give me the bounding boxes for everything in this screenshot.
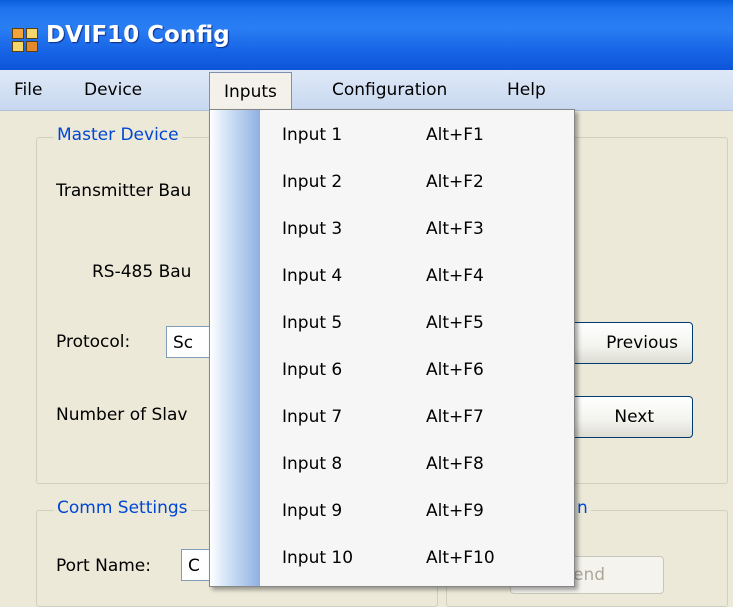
- menu-item-input-3[interactable]: Input 3 Alt+F3: [210, 209, 574, 255]
- menu-item-label: Input 6: [282, 360, 343, 380]
- inputs-dropdown-menu: Input 1 Alt+F1 Input 2 Alt+F2 Input 3 Al…: [209, 109, 575, 587]
- menu-item-label: Input 8: [282, 454, 343, 474]
- menu-item-shortcut: Alt+F8: [426, 454, 484, 474]
- menu-item-input-9[interactable]: Input 9 Alt+F9: [210, 491, 574, 537]
- menu-item-label: Input 2: [282, 172, 343, 192]
- menu-item-label: Input 1: [282, 125, 343, 145]
- menu-item-input-8[interactable]: Input 8 Alt+F8: [210, 444, 574, 490]
- menu-item-input-7[interactable]: Input 7 Alt+F7: [210, 397, 574, 443]
- window-title: DVIF10 Config: [46, 22, 230, 48]
- send-group-legend: n: [574, 498, 591, 518]
- menu-item-label: Input 9: [282, 501, 343, 521]
- num-slaves-label: Number of Slav: [56, 405, 188, 425]
- menu-inputs[interactable]: Inputs: [209, 72, 292, 111]
- menu-item-shortcut: Alt+F1: [426, 125, 484, 145]
- menu-configuration[interactable]: Configuration: [326, 76, 453, 104]
- menu-item-shortcut: Alt+F2: [426, 172, 484, 192]
- menu-item-shortcut: Alt+F9: [426, 501, 484, 521]
- menu-bar: File Device Inputs Configuration Help: [0, 70, 733, 111]
- menu-help[interactable]: Help: [501, 76, 552, 104]
- menu-item-label: Input 7: [282, 407, 343, 427]
- comm-settings-legend: Comm Settings: [54, 498, 191, 518]
- next-button[interactable]: Next: [565, 396, 693, 438]
- app-icon: [12, 28, 38, 52]
- menu-item-shortcut: Alt+F7: [426, 407, 484, 427]
- rs485-baud-label: RS-485 Bau: [92, 262, 192, 282]
- menu-item-input-2[interactable]: Input 2 Alt+F2: [210, 162, 574, 208]
- master-device-legend: Master Device: [54, 125, 182, 145]
- menu-item-shortcut: Alt+F6: [426, 360, 484, 380]
- menu-device[interactable]: Device: [78, 76, 148, 104]
- menu-item-label: Input 10: [282, 548, 354, 568]
- menu-item-input-5[interactable]: Input 5 Alt+F5: [210, 303, 574, 349]
- menu-item-input-4[interactable]: Input 4 Alt+F4: [210, 256, 574, 302]
- menu-item-shortcut: Alt+F3: [426, 219, 484, 239]
- menu-item-label: Input 4: [282, 266, 343, 286]
- menu-item-input-10[interactable]: Input 10 Alt+F10: [210, 538, 574, 584]
- transmitter-baud-label: Transmitter Bau: [56, 181, 192, 201]
- previous-button[interactable]: Previous: [565, 322, 693, 364]
- title-bar[interactable]: DVIF10 Config: [0, 0, 733, 70]
- menu-item-label: Input 5: [282, 313, 343, 333]
- menu-item-input-1[interactable]: Input 1 Alt+F1: [210, 115, 574, 161]
- port-name-label: Port Name:: [56, 556, 151, 576]
- menu-item-input-6[interactable]: Input 6 Alt+F6: [210, 350, 574, 396]
- menu-item-shortcut: Alt+F5: [426, 313, 484, 333]
- menu-item-shortcut: Alt+F10: [426, 548, 495, 568]
- menu-item-shortcut: Alt+F4: [426, 266, 484, 286]
- menu-file[interactable]: File: [8, 76, 48, 104]
- protocol-label: Protocol:: [56, 332, 131, 352]
- menu-item-label: Input 3: [282, 219, 343, 239]
